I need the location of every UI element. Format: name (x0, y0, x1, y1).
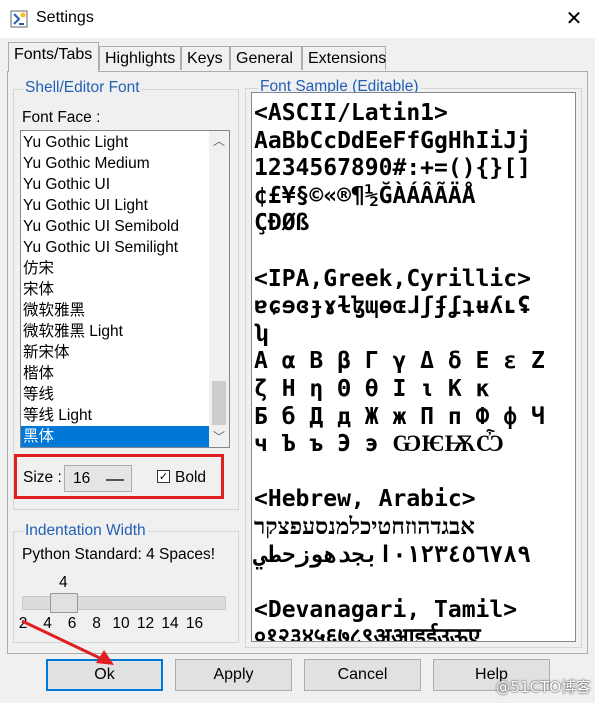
watermark: @51CTO博客 (495, 678, 591, 696)
tab-fonts-tabs[interactable]: Fonts/Tabs (8, 42, 99, 72)
annotation-arrow-icon (21, 619, 114, 665)
